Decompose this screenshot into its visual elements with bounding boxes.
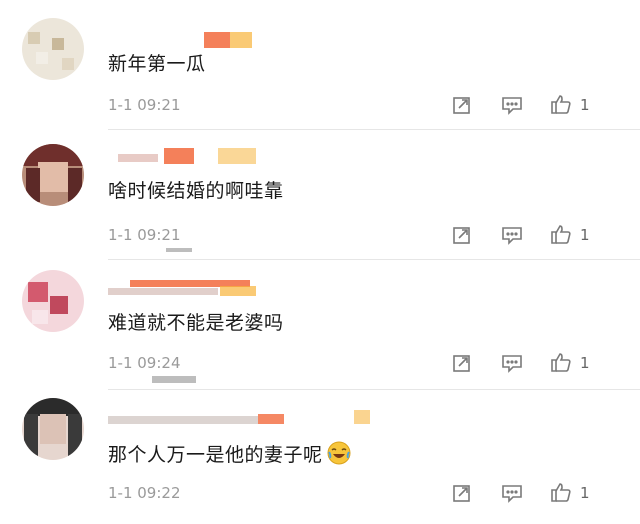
like-count: 1	[580, 354, 590, 372]
like-button[interactable]	[546, 347, 576, 377]
like-button[interactable]	[546, 89, 576, 119]
comment-icon	[502, 227, 522, 245]
reply-button[interactable]	[497, 478, 527, 508]
like-count: 1	[580, 96, 590, 114]
comment-time: 1-1 09:22	[108, 484, 181, 502]
share-button[interactable]	[447, 348, 477, 378]
reply-button[interactable]	[497, 220, 527, 250]
redaction-mark	[152, 376, 196, 383]
redacted-username[interactable]	[108, 410, 370, 426]
comment-item: 啥时候结婚的啊哇靠 1-1 09:21 1	[0, 130, 640, 260]
like-count: 1	[580, 226, 590, 244]
share-icon	[453, 485, 470, 502]
reply-button[interactable]	[497, 90, 527, 120]
redacted-username[interactable]	[108, 280, 278, 296]
avatar[interactable]	[22, 270, 84, 332]
comment-time: 1-1 09:21	[108, 226, 181, 244]
comment-text: 啥时候结婚的啊哇靠	[108, 180, 284, 202]
avatar[interactable]	[22, 18, 84, 80]
like-button[interactable]	[546, 219, 576, 249]
comment-text: 难道就不能是老婆吗	[108, 312, 284, 334]
avatar[interactable]	[22, 398, 84, 460]
comment-item: 难道就不能是老婆吗 1-1 09:24 1	[0, 260, 640, 390]
share-button[interactable]	[447, 90, 477, 120]
laughing-crying-emoji-icon	[327, 441, 351, 465]
comment-icon	[502, 355, 522, 373]
comment-text: 新年第一瓜	[108, 53, 206, 75]
comment-text: 那个人万一是他的妻子呢	[108, 441, 351, 467]
comment-time: 1-1 09:24	[108, 354, 181, 372]
thumbs-up-icon	[551, 353, 571, 372]
comment-item: 那个人万一是他的妻子呢 1-1 09:22 1	[0, 390, 640, 524]
avatar[interactable]	[22, 144, 84, 206]
comment-item: 新年第一瓜 1-1 09:21 1	[0, 0, 640, 130]
comment-text-content: 那个人万一是他的妻子呢	[108, 444, 323, 466]
redaction-mark	[166, 248, 192, 252]
comment-time: 1-1 09:21	[108, 96, 181, 114]
reply-button[interactable]	[497, 348, 527, 378]
share-button[interactable]	[447, 220, 477, 250]
comment-icon	[502, 97, 522, 115]
redacted-username[interactable]	[108, 148, 278, 164]
share-icon	[453, 227, 470, 244]
comment-icon	[502, 485, 522, 503]
thumbs-up-icon	[551, 483, 571, 502]
thumbs-up-icon	[551, 225, 571, 244]
like-button[interactable]	[546, 477, 576, 507]
like-count: 1	[580, 484, 590, 502]
thumbs-up-icon	[551, 95, 571, 114]
redacted-username[interactable]	[108, 32, 278, 48]
share-icon	[453, 355, 470, 372]
share-icon	[453, 97, 470, 114]
share-button[interactable]	[447, 478, 477, 508]
